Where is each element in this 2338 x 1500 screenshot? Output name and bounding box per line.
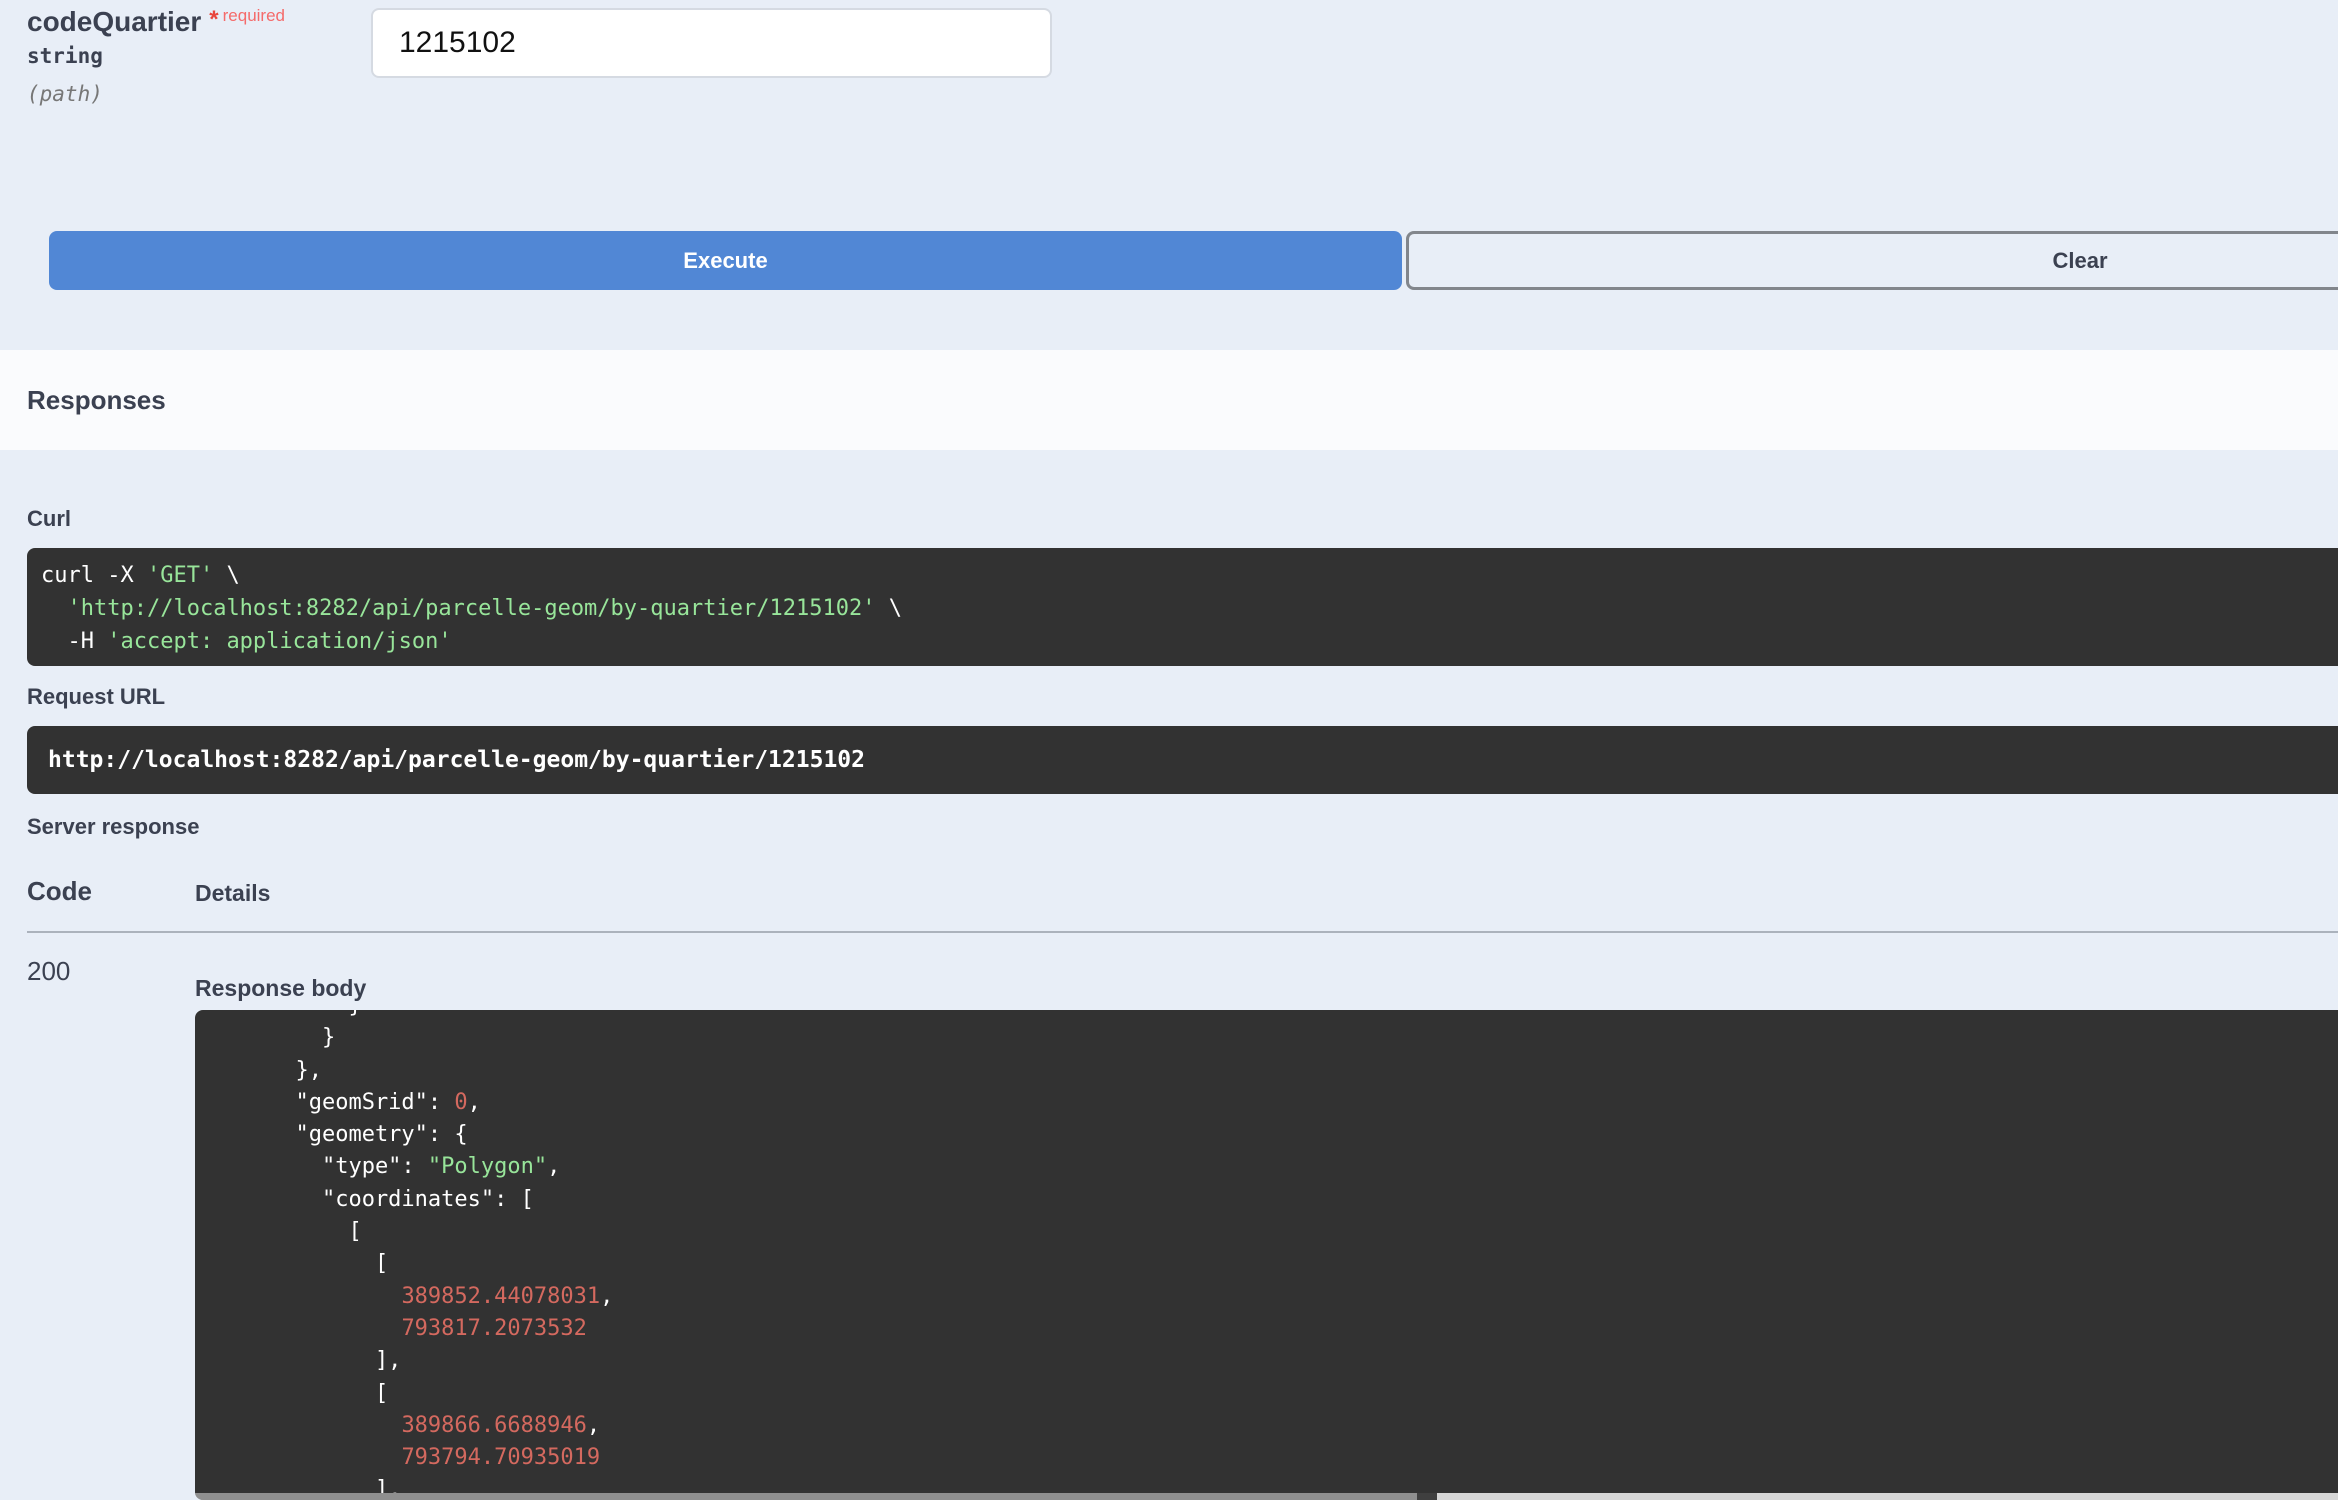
request-url-value: http://localhost:8282/api/parcelle-geom/…: [48, 747, 865, 773]
parameter-name: codeQuartier: [27, 6, 202, 37]
response-body-json: } } }, "geomSrid": 0, "geometry": { "typ…: [216, 1010, 614, 1500]
responses-title: Responses: [27, 384, 166, 415]
response-body-label: Response body: [195, 975, 367, 1001]
scrollbar-thumb[interactable]: [195, 1493, 1417, 1500]
parameter-name-row: codeQuartier * required: [27, 6, 285, 38]
curl-label: Curl: [27, 506, 71, 531]
response-table-divider: [27, 931, 2338, 933]
responses-header-band: Responses: [0, 350, 2338, 450]
code-column-header: Code: [27, 876, 92, 906]
required-label: required: [222, 6, 285, 25]
details-column-header: Details: [195, 880, 271, 906]
scrollbar-thumb-edge: [1417, 1493, 1437, 1500]
request-url-block: http://localhost:8282/api/parcelle-geom/…: [27, 726, 2338, 794]
status-code-value: 200: [27, 956, 71, 986]
curl-command-block[interactable]: curl -X 'GET' \ 'http://localhost:8282/a…: [27, 548, 2338, 666]
parameter-value-input[interactable]: [371, 8, 1052, 78]
parameter-type: string: [27, 44, 103, 68]
request-url-label: Request URL: [27, 684, 166, 709]
parameter-location: (path): [27, 82, 103, 106]
server-response-label: Server response: [27, 814, 200, 839]
required-asterisk: *: [209, 6, 219, 33]
swagger-operation-page: { "parameter": { "name": "codeQuartier",…: [0, 0, 2338, 1500]
response-body-block: } } }, "geomSrid": 0, "geometry": { "typ…: [195, 1010, 2338, 1500]
response-body-horizontal-scrollbar[interactable]: [195, 1493, 2338, 1500]
clear-button[interactable]: Clear: [1406, 231, 2338, 290]
execute-button[interactable]: Execute: [49, 231, 1402, 290]
